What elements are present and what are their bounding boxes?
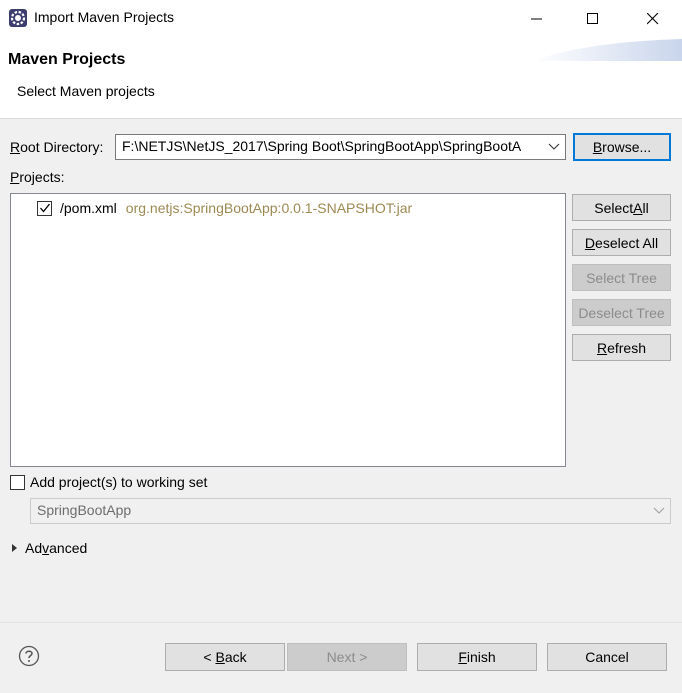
working-set-row: Add project(s) to working set [10,474,207,490]
close-icon [647,12,659,24]
advanced-toggle[interactable]: Advanced [11,540,87,556]
chevron-down-icon [653,507,665,514]
root-directory-combo[interactable]: F:\NETJS\NetJS_2017\Spring Boot\SpringBo… [115,134,566,160]
chevron-down-icon [548,140,560,152]
wizard-header: Maven Projects Select Maven projects [0,37,682,119]
next-button[interactable]: Next > [287,643,407,671]
minimize-icon [531,18,542,19]
select-tree-button[interactable]: Select Tree [572,264,671,291]
projects-label: Projects: [10,169,65,185]
banner-graphic [532,39,682,61]
working-set-label: Add project(s) to working set [30,474,208,490]
back-button[interactable]: < Back [165,643,285,671]
import-maven-dialog: Import Maven Projects Maven Projects Sel… [0,0,682,693]
working-set-checkbox[interactable] [10,474,25,490]
working-set-value: SpringBootApp [37,502,132,518]
maximize-icon [587,12,598,24]
help-icon[interactable] [18,645,40,667]
root-directory-label: Root Directory: [10,139,104,155]
triangle-right-icon [12,544,17,552]
close-button[interactable] [624,0,682,37]
working-set-combo[interactable]: SpringBootApp [30,498,671,524]
browse-button[interactable]: Browse... [573,133,671,161]
select-all-button[interactable]: Select All [572,194,671,221]
minimize-button[interactable] [508,0,566,37]
project-coordinates: org.netjs:SpringBootApp:0.0.1-SNAPSHOT:j… [125,200,413,216]
eclipse-gear-icon [9,9,27,27]
refresh-button[interactable]: Refresh [572,334,671,361]
window-title: Import Maven Projects [34,9,175,25]
deselect-tree-button[interactable]: Deselect Tree [572,299,671,326]
advanced-label: Advanced [25,540,88,556]
root-directory-value: F:\NETJS\NetJS_2017\Spring Boot\SpringBo… [122,138,522,154]
cancel-button[interactable]: Cancel [547,643,667,671]
page-title: Maven Projects [8,51,126,68]
projects-tree[interactable]: /pom.xml org.netjs:SpringBootApp:0.0.1-S… [10,193,566,467]
tree-row[interactable]: /pom.xml org.netjs:SpringBootApp:0.0.1-S… [37,197,412,219]
maximize-button[interactable] [564,0,622,37]
footer-divider [0,622,682,623]
window-bottom-edge [0,689,682,693]
deselect-all-button[interactable]: Deselect All [572,229,671,256]
page-subtitle: Select Maven projects [17,83,155,99]
finish-button[interactable]: Finish [417,643,537,671]
pom-checkbox[interactable] [37,200,52,216]
checkmark-icon [39,203,50,213]
title-bar: Import Maven Projects [0,0,682,37]
project-name: /pom.xml [60,200,117,216]
